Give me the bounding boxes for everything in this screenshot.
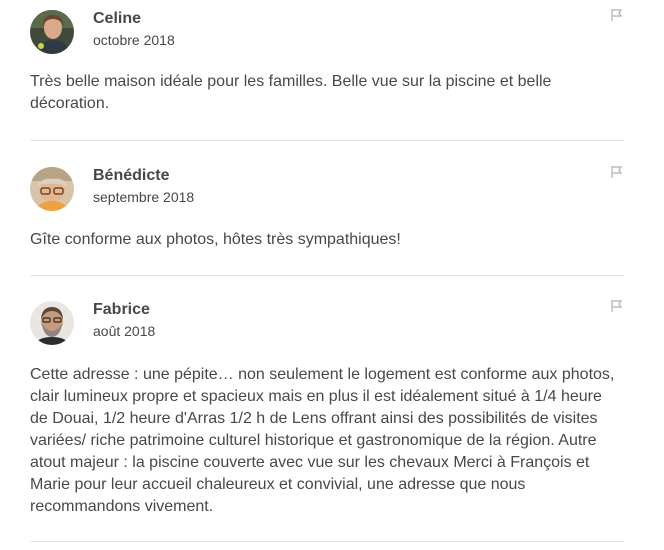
review-date: septembre 2018 bbox=[93, 189, 195, 205]
divider bbox=[30, 140, 624, 141]
review-text: Très belle maison idéale pour les famill… bbox=[30, 73, 552, 112]
review-text: Cette adresse : une pépite… non seulemen… bbox=[30, 366, 615, 515]
flag-icon[interactable] bbox=[610, 8, 624, 22]
divider bbox=[30, 541, 624, 542]
review-item: Fabrice août 2018 Cette adresse : une pé… bbox=[30, 299, 624, 526]
reviewer-name: Celine bbox=[93, 10, 142, 27]
flag-icon[interactable] bbox=[610, 165, 624, 179]
avatar-photo bbox=[30, 301, 74, 345]
reviewer-name: Fabrice bbox=[93, 301, 150, 318]
divider bbox=[30, 275, 624, 276]
review-item: Celine octobre 2018 Très belle maison id… bbox=[30, 8, 624, 130]
avatar-photo bbox=[30, 10, 74, 54]
review-date: octobre 2018 bbox=[93, 32, 175, 48]
avatar[interactable] bbox=[30, 10, 74, 54]
reviewer-name: Bénédicte bbox=[93, 167, 170, 184]
avatar[interactable] bbox=[30, 301, 74, 345]
flag-icon[interactable] bbox=[610, 299, 624, 313]
review-item: Bénédicte septembre 2018 Gîte conforme a… bbox=[30, 165, 624, 257]
review-date: août 2018 bbox=[93, 323, 156, 339]
avatar-photo bbox=[30, 167, 74, 211]
avatar[interactable] bbox=[30, 167, 74, 211]
review-text: Gîte conforme aux photos, hôtes très sym… bbox=[30, 231, 401, 248]
